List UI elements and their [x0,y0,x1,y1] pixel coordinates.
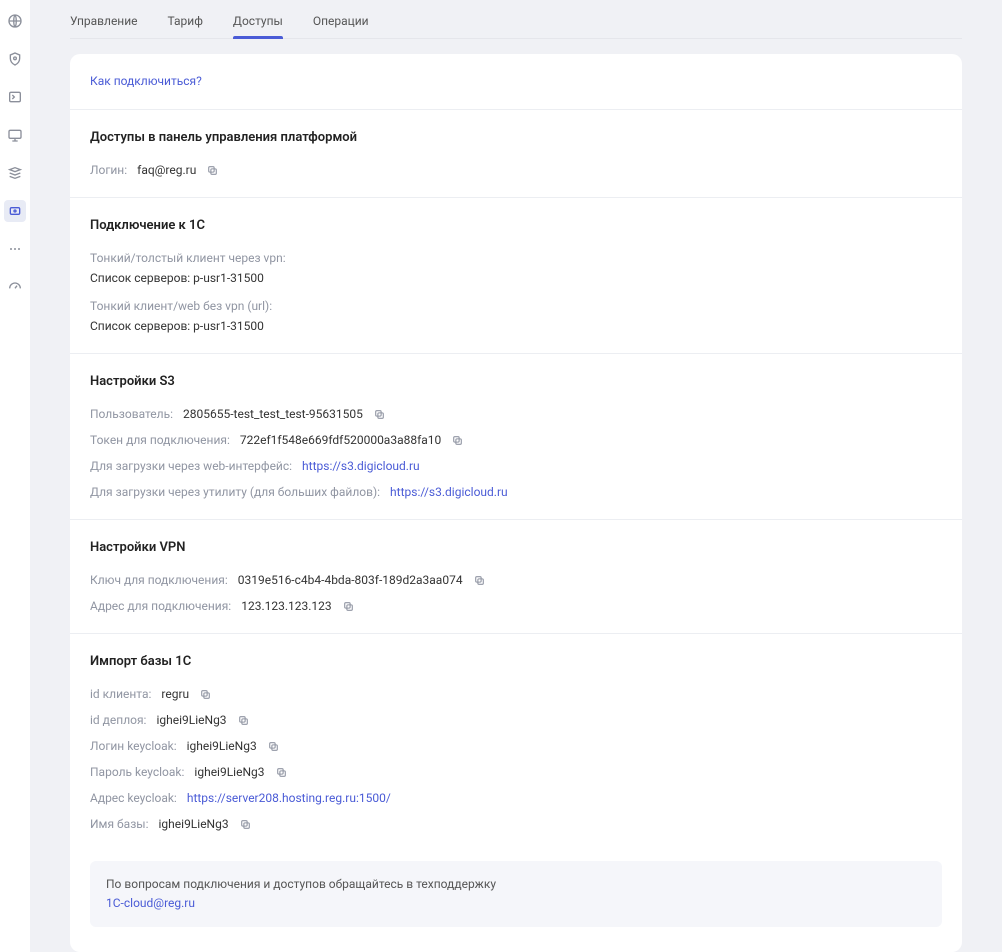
box-icon[interactable] [4,200,26,222]
vpn-title: Настройки VPN [90,540,942,555]
vpn-address-label: Адрес для подключения: [90,599,231,613]
login-value: faq@reg.ru [137,163,196,177]
vpn-key-value: 0319e516-c4b4-4bda-803f-189d2a3aa074 [238,573,463,587]
db-name-label: Имя базы: [90,817,149,831]
s3-util-upload-label: Для загрузки через утилиту (для больших … [90,485,380,499]
copy-icon[interactable] [237,714,250,727]
vpn-key-label: Ключ для подключения: [90,573,228,587]
tab-operations[interactable]: Операции [313,8,369,38]
s3-token-value: 722ef1f548e669fdf520000a3a88fa10 [240,433,441,447]
kc-pass-label: Пароль keycloak: [90,765,184,779]
s3-user-label: Пользователь: [90,407,173,421]
import-1c-title: Импорт базы 1С [90,654,942,669]
copy-icon[interactable] [342,600,355,613]
tabs: Управление Тариф Доступы Операции [70,0,962,39]
kc-addr-label: Адрес keycloak: [90,791,177,805]
copy-icon[interactable] [267,740,280,753]
s3-web-upload-label: Для загрузки через web-интерфейс: [90,459,292,473]
tab-accesses[interactable]: Доступы [233,8,283,38]
kc-pass-value: ighei9LieNg3 [194,765,264,779]
shield-icon[interactable] [4,48,26,70]
s3-user-value: 2805655-test_test_test-95631505 [183,407,363,421]
support-email-link[interactable]: 1C-cloud@reg.ru [106,896,195,910]
kc-login-value: ighei9LieNg3 [187,739,257,753]
db-name-value: ighei9LieNg3 [159,817,229,831]
copy-icon[interactable] [206,164,219,177]
globe-icon[interactable] [4,10,26,32]
kc-addr-link[interactable]: https://server208.hosting.reg.ru:1500/ [187,791,391,805]
client-id-label: id клиента: [90,687,151,701]
how-to-connect-link[interactable]: Как подключиться? [90,74,202,88]
window-icon[interactable] [4,86,26,108]
kc-login-label: Логин keycloak: [90,739,177,753]
stack-icon[interactable] [4,162,26,184]
thin-thick-vpn-caption: Тонкий/толстый клиент через vpn: [90,251,942,265]
support-info-box: По вопросам подключения и доступов обращ… [90,861,942,927]
copy-icon[interactable] [199,688,212,701]
copy-icon[interactable] [451,434,464,447]
more-icon[interactable] [4,238,26,260]
deploy-id-value: ighei9LieNg3 [156,713,226,727]
s3-web-upload-link[interactable]: https://s3.digicloud.ru [302,459,420,473]
sidebar [0,0,30,952]
tab-management[interactable]: Управление [70,8,138,38]
deploy-id-label: id деплоя: [90,713,146,727]
monitor-icon[interactable] [4,124,26,146]
tab-tariff[interactable]: Тариф [168,8,203,38]
accesses-card: Как подключиться? Доступы в панель управ… [70,54,962,952]
s3-token-label: Токен для подключения: [90,433,230,447]
server-list-2: Список серверов: p-usr1-31500 [90,319,942,333]
s3-title: Настройки S3 [90,374,942,389]
support-info-text: По вопросам подключения и доступов обращ… [106,877,496,891]
s3-util-upload-link[interactable]: https://s3.digicloud.ru [390,485,508,499]
copy-icon[interactable] [473,574,486,587]
server-list-1: Список серверов: p-usr1-31500 [90,271,942,285]
login-label: Логин: [90,163,127,177]
connect-1c-title: Подключение к 1С [90,218,942,233]
thin-web-novpn-caption: Тонкий клиент/web без vpn (url): [90,299,942,313]
gauge-icon[interactable] [4,276,26,298]
copy-icon[interactable] [373,408,386,421]
client-id-value: regru [161,687,189,701]
copy-icon[interactable] [275,766,288,779]
panel-access-title: Доступы в панель управления платформой [90,130,942,145]
main-content: Управление Тариф Доступы Операции Как по… [30,0,1002,952]
vpn-address-value: 123.123.123.123 [241,599,331,613]
copy-icon[interactable] [239,818,252,831]
